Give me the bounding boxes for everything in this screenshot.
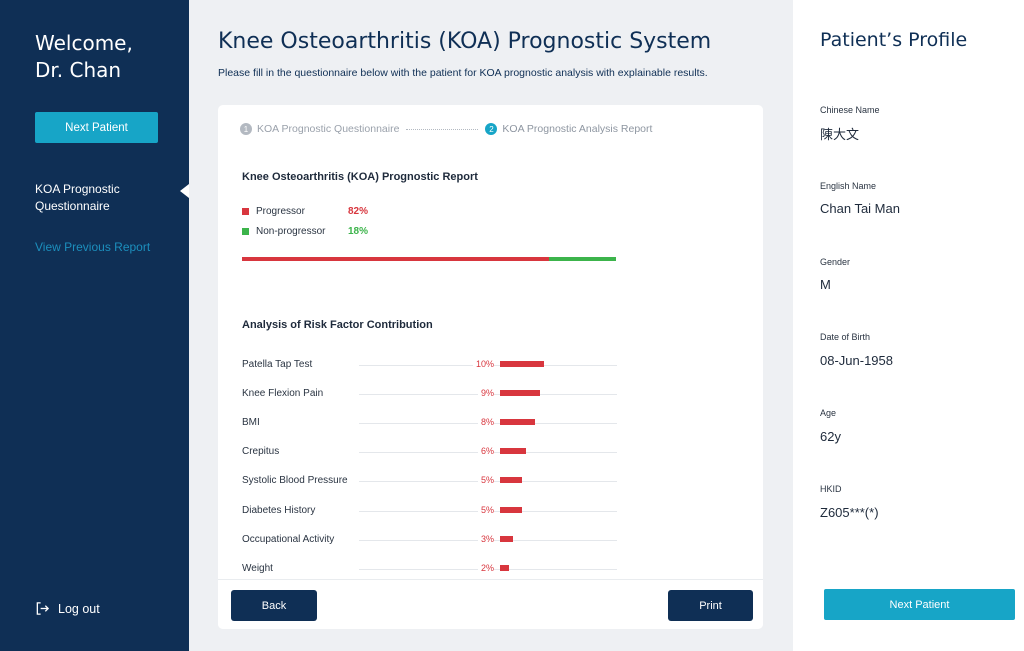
step-analysis-report[interactable]: 2 KOA Prognostic Analysis Report: [485, 123, 652, 135]
risk-factor-percent: 8%: [477, 417, 494, 428]
step-number-2: 2: [485, 123, 498, 135]
risk-factor-row: Diabetes History 5%: [242, 504, 622, 518]
progressor-percent: 82%: [348, 206, 369, 217]
step-questionnaire[interactable]: 1 KOA Prognostic Questionnaire: [240, 123, 399, 135]
profile-title: Patient’s Profile: [820, 29, 968, 51]
hkid-value: Z605***(*): [820, 505, 879, 520]
risk-factor-percent: 5%: [477, 475, 494, 486]
nav-item-view-previous-report[interactable]: View Previous Report: [35, 240, 150, 254]
risk-factor-bar: [500, 419, 536, 426]
legend-non-progressor: Non-progressor 18%: [242, 226, 368, 237]
legend-progressor: Progressor 82%: [242, 206, 368, 217]
logout-icon: [36, 602, 50, 615]
welcome-line-1: Welcome,: [35, 31, 133, 55]
english-name-label: English Name: [820, 181, 877, 191]
risk-factor-bar: [500, 448, 527, 455]
risk-factor-label: Patella Tap Test: [242, 359, 313, 370]
gender-label: Gender: [820, 257, 851, 267]
card-footer: Back Print: [218, 579, 763, 629]
risk-factor-percent: 5%: [477, 504, 494, 515]
report-card: 1 KOA Prognostic Questionnaire 2 KOA Pro…: [218, 105, 763, 629]
step-label-1: KOA Prognostic Questionnaire: [257, 123, 400, 135]
nav-item-questionnaire[interactable]: KOA Prognostic Questionnaire: [35, 181, 165, 215]
gender-value: M: [820, 277, 831, 292]
risk-factor-label: Diabetes History: [242, 504, 316, 516]
risk-factor-bar: [500, 506, 522, 513]
patient-profile-panel: Patient’s Profile Chinese Name 陳大文 Engli…: [793, 0, 1024, 651]
stepper: 1 KOA Prognostic Questionnaire 2 KOA Pro…: [240, 123, 652, 135]
risk-factor-row: Knee Flexion Pain 9%: [242, 387, 622, 401]
progressor-label: Progressor: [256, 206, 305, 217]
hkid-label: HKID: [820, 484, 842, 494]
page-title: Knee Osteoarthritis (KOA) Prognostic Sys…: [218, 29, 712, 54]
logout-label: Log out: [58, 601, 100, 616]
back-button[interactable]: Back: [231, 590, 317, 621]
risk-factor-label: Crepitus: [242, 446, 280, 458]
report-title: Knee Osteoarthritis (KOA) Prognostic Rep…: [242, 171, 478, 183]
risk-factor-row: Systolic Blood Pressure 5%: [242, 474, 622, 488]
risk-factor-row: Occupational Activity 3%: [242, 533, 622, 547]
age-label: Age: [820, 408, 837, 418]
chinese-name-value: 陳大文: [820, 127, 860, 142]
sidebar: Welcome, Dr. Chan Next Patient KOA Progn…: [0, 0, 189, 651]
active-nav-indicator: [180, 184, 189, 198]
non-progressor-bar-segment: [548, 257, 616, 261]
progressor-bar-segment: [242, 257, 549, 261]
chinese-name-label: Chinese Name: [820, 105, 880, 115]
print-button[interactable]: Print: [668, 590, 753, 621]
step-connector: [406, 128, 479, 130]
risk-factor-label: BMI: [242, 417, 260, 429]
next-patient-button-sidebar[interactable]: Next Patient: [35, 112, 158, 143]
risk-factor-label: Knee Flexion Pain: [242, 388, 324, 400]
non-progressor-swatch: [242, 228, 249, 235]
risk-factor-percent: 10%: [472, 359, 494, 369]
risk-factor-bar: [500, 535, 514, 542]
risk-factor-label: Occupational Activity: [242, 533, 335, 545]
risk-factor-row: Crepitus 6%: [242, 445, 622, 459]
risk-factor-percent: 3%: [477, 533, 494, 544]
page-subtitle: Please fill in the questionnaire below w…: [218, 67, 708, 79]
step-label-2: KOA Prognostic Analysis Report: [502, 123, 653, 135]
risk-factor-bar: [500, 390, 540, 397]
logout-button[interactable]: Log out: [35, 601, 100, 616]
risk-factor-bar: [500, 361, 544, 367]
risk-factor-label: Systolic Blood Pressure: [242, 475, 348, 487]
age-value: 62y: [820, 429, 841, 444]
dob-label: Date of Birth: [820, 332, 871, 342]
risk-factor-percent: 9%: [477, 388, 494, 399]
risk-factor-percent: 2%: [477, 562, 494, 573]
risk-factor-percent: 6%: [477, 446, 494, 457]
risk-analysis-title: Analysis of Risk Factor Contribution: [242, 319, 433, 331]
non-progressor-label: Non-progressor: [256, 226, 326, 237]
progressor-swatch: [242, 208, 249, 215]
risk-factor-row: BMI 8%: [242, 416, 622, 430]
risk-factor-row: Weight 2%: [242, 562, 622, 576]
english-name-value: Chan Tai Man: [820, 201, 900, 216]
step-number-1: 1: [240, 123, 252, 135]
non-progressor-percent: 18%: [348, 226, 369, 237]
prediction-bar: [242, 257, 616, 261]
risk-factor-bar: [500, 477, 522, 484]
welcome-greeting: Welcome, Dr. Chan: [35, 30, 133, 84]
dob-value: 08-Jun-1958: [820, 353, 893, 368]
risk-factor-row: Patella Tap Test 10%: [242, 358, 622, 372]
doctor-name: Dr. Chan: [35, 58, 122, 82]
next-patient-button[interactable]: Next Patient: [824, 589, 1015, 620]
risk-factor-bar: [500, 564, 509, 571]
risk-factor-label: Weight: [242, 562, 273, 574]
